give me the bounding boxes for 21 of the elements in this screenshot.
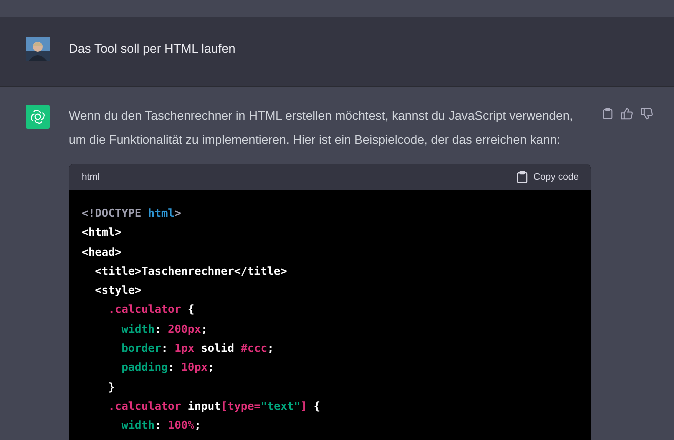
code-line: <!DOCTYPE html>	[82, 206, 182, 222]
code-line: border: 1px solid #ccc;	[120, 341, 276, 358]
chatbot-logo-icon	[26, 105, 50, 129]
code-line: }	[107, 380, 116, 396]
code-line: .calculator input[type="text"] {	[107, 398, 322, 415]
clipboard-icon	[516, 170, 528, 184]
copy-code-button[interactable]: Copy code	[516, 170, 579, 184]
assistant-message: Wenn du den Taschenrechner in HTML erstellen möchtest, kannst du JavaScript verwenden, um die Funktionalität zu implementieren. Hier ist ein Beispielcode, der das erreichen kann:	[69, 108, 574, 149]
code-line: width: 200px;	[120, 322, 209, 338]
code-line: padding: 10px;	[120, 360, 216, 376]
code-line: <html>	[82, 225, 123, 242]
user-message: Das Tool soll per HTML laufen	[69, 42, 236, 56]
code-line: <title>Taschenrechner</title>	[94, 264, 288, 280]
clipboard-icon[interactable]	[603, 108, 613, 120]
code-line: <style>	[94, 283, 143, 300]
code-line: width: 100%;	[120, 418, 202, 434]
thumbs-down-icon[interactable]	[641, 108, 653, 120]
code-line: <head>	[82, 244, 123, 261]
code-line: .calculator {	[107, 302, 196, 318]
code-language: html	[82, 172, 100, 182]
thumbs-up-icon[interactable]	[621, 108, 633, 120]
